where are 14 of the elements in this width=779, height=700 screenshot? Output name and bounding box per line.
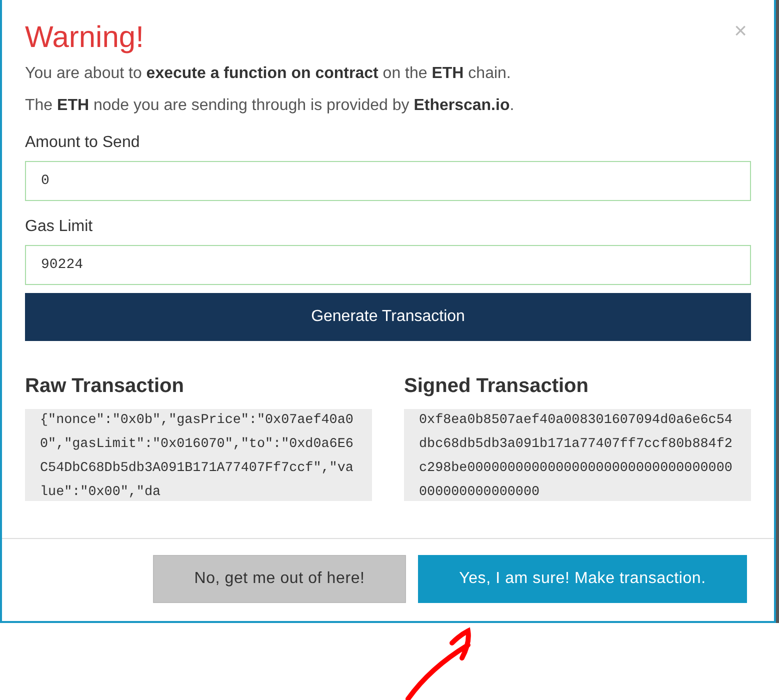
input-field[interactable]: 90224 (25, 245, 751, 285)
section-heading: Signed Transaction (404, 374, 590, 399)
field-label: Gas Limit (25, 217, 94, 237)
dialog-title: Warning! (25, 20, 144, 56)
message-text: The ETH node you are sending through is provided by Etherscan.io. (25, 96, 516, 116)
annotation-arrow (406, 628, 471, 700)
section-heading: Raw Transaction (25, 374, 185, 399)
transaction-field[interactable]: 0xf8ea0b8507aef40a008301607094d0a6e6c54dbc68db5db3a091b171a77407ff7ccf80b884f2c298be000000000000000000000000000000000000000000000000 (404, 409, 751, 501)
transaction-field[interactable]: {"nonce":"0x0b","gasPrice":"0x07aef40a00","gasLimit":"0x016070","to":"0xd0a6E6C54DbC68Db5db3A091B171A77407Ff7ccf","value":"0x00","da (25, 409, 372, 501)
input-field[interactable]: 0 (25, 161, 751, 201)
cancel-button[interactable]: No, get me out of here! (153, 555, 406, 603)
field-label: Amount to Send (25, 133, 141, 153)
message-text: You are about to execute a function on contract on the ETH chain. (25, 64, 512, 84)
generate-button[interactable]: Generate Transaction (25, 293, 751, 341)
